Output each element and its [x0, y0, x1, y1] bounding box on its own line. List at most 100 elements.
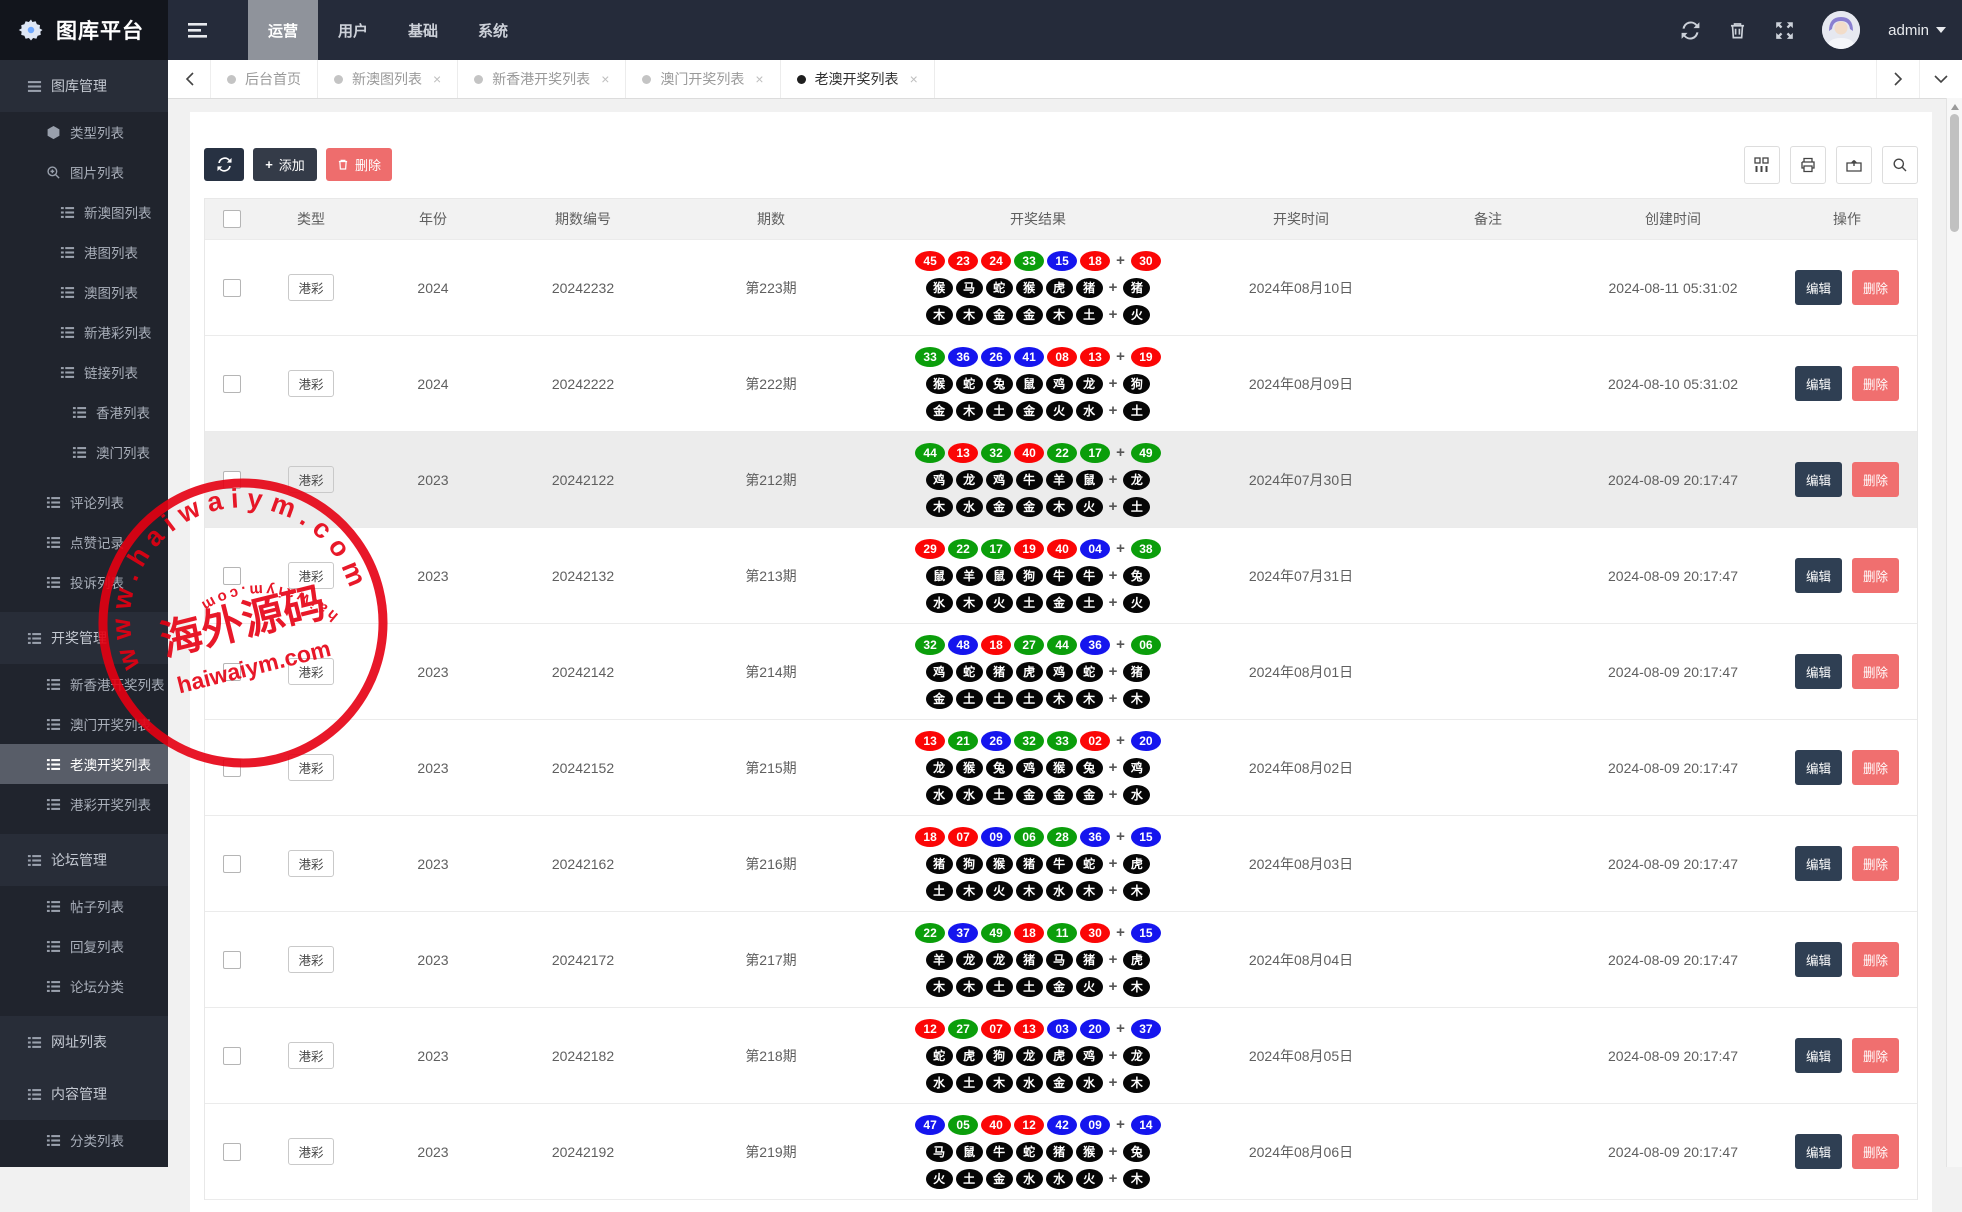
- row-checkbox[interactable]: [223, 566, 241, 585]
- sidebar-item-4[interactable]: 港图列表: [0, 232, 168, 272]
- edit-button[interactable]: 编辑: [1794, 846, 1842, 881]
- tabs-scroll-right[interactable]: [1876, 60, 1920, 98]
- refresh-icon[interactable]: [1681, 20, 1700, 40]
- zodiac-ball: 狗: [985, 1045, 1013, 1066]
- sidebar-item-13[interactable]: 投诉列表: [0, 562, 168, 602]
- edit-button[interactable]: 编辑: [1794, 366, 1842, 401]
- sidebar-item-12[interactable]: 点赞记录: [0, 522, 168, 562]
- sidebar-item-3[interactable]: 新澳图列表: [0, 192, 168, 232]
- nav-item-2[interactable]: 基础: [388, 0, 458, 60]
- delete-row-button[interactable]: 删除: [1852, 1038, 1900, 1073]
- nav-item-3[interactable]: 系统: [458, 0, 528, 60]
- trash-icon[interactable]: [1728, 21, 1747, 40]
- tab-1[interactable]: 新澳图列表 ×: [318, 60, 459, 98]
- nav-item-1[interactable]: 用户: [318, 0, 388, 60]
- tab-3[interactable]: 澳门开奖列表 ×: [626, 60, 781, 98]
- scrollbar-up-arrow[interactable]: [1950, 104, 1959, 110]
- sidebar-item-9[interactable]: 澳门列表: [0, 432, 168, 472]
- sidebar-item-26[interactable]: 网址列表: [0, 1016, 168, 1068]
- plus-sign: +: [1108, 882, 1118, 899]
- sidebar-item-5[interactable]: 澳图列表: [0, 272, 168, 312]
- delete-row-button[interactable]: 删除: [1852, 654, 1900, 689]
- sidebar-item-7[interactable]: 链接列表: [0, 352, 168, 392]
- header-cell-4: 开奖结果: [1010, 211, 1066, 227]
- sidebar-item-27[interactable]: 内容管理: [0, 1068, 168, 1120]
- scrollbar-thumb[interactable]: [1950, 114, 1959, 232]
- nav-item-0[interactable]: 运营: [248, 0, 319, 60]
- element-ball: 火: [1045, 400, 1073, 421]
- sidebar-item-16[interactable]: 新香港开奖列表: [0, 664, 168, 704]
- delete-row-button[interactable]: 删除: [1852, 462, 1900, 497]
- search-icon[interactable]: [1882, 145, 1918, 184]
- tab-close-icon[interactable]: ×: [755, 71, 763, 87]
- row-checkbox[interactable]: [223, 950, 241, 969]
- row-checkbox[interactable]: [223, 662, 241, 681]
- user-menu[interactable]: admin: [1888, 22, 1946, 39]
- fullscreen-icon[interactable]: [1775, 21, 1794, 40]
- delete-button[interactable]: 删除: [326, 148, 392, 181]
- zodiac-ball: 牛: [1015, 469, 1043, 490]
- tabs-scroll-left[interactable]: [168, 60, 211, 98]
- delete-row-button[interactable]: 删除: [1852, 942, 1900, 977]
- refresh-button[interactable]: [204, 148, 244, 181]
- sidebar-item-22[interactable]: 帖子列表: [0, 886, 168, 926]
- row-checkbox[interactable]: [223, 1142, 241, 1161]
- result-line-numbers: 45 23 24 33 15 18 +30: [915, 250, 1161, 271]
- navbar-right: admin: [1681, 0, 1962, 60]
- columns-toggle-icon[interactable]: [1744, 145, 1780, 184]
- sidebar-item-15[interactable]: 开奖管理: [0, 612, 168, 664]
- sidebar-item-28[interactable]: 分类列表: [0, 1120, 168, 1160]
- issue-code-cell: 20242232: [551, 279, 615, 296]
- number-ball: 22: [948, 538, 979, 559]
- main-panel: + 添加 删除 类型 年份 期数编号 期数 开奖结果 开奖时间 备注 创建时间 …: [190, 112, 1932, 1212]
- sidebar-item-8[interactable]: 香港列表: [0, 392, 168, 432]
- row-checkbox[interactable]: [223, 278, 241, 297]
- sidebar-item-2[interactable]: 图片列表: [0, 152, 168, 192]
- print-icon[interactable]: [1790, 145, 1826, 184]
- sidebar-item-21[interactable]: 论坛管理: [0, 834, 168, 886]
- delete-row-button[interactable]: 删除: [1852, 270, 1900, 305]
- tab-close-icon[interactable]: ×: [910, 71, 918, 87]
- row-checkbox[interactable]: [223, 1046, 241, 1065]
- delete-row-button[interactable]: 删除: [1852, 558, 1900, 593]
- export-icon[interactable]: [1836, 145, 1872, 184]
- delete-row-button[interactable]: 删除: [1852, 366, 1900, 401]
- sidebar-item-19[interactable]: 港彩开奖列表: [0, 784, 168, 824]
- edit-button[interactable]: 编辑: [1794, 1038, 1842, 1073]
- avatar[interactable]: [1822, 11, 1861, 49]
- sidebar-item-6[interactable]: 新港彩列表: [0, 312, 168, 352]
- sidebar-item-1[interactable]: 类型列表: [0, 112, 168, 152]
- edit-button[interactable]: 编辑: [1794, 558, 1842, 593]
- row-checkbox[interactable]: [223, 374, 241, 393]
- delete-row-button[interactable]: 删除: [1852, 750, 1900, 785]
- edit-button[interactable]: 编辑: [1794, 462, 1842, 497]
- number-ball: 27: [948, 1018, 979, 1039]
- zodiac-ball: 蛇: [955, 661, 983, 682]
- row-checkbox[interactable]: [223, 854, 241, 873]
- select-all-checkbox[interactable]: [223, 210, 241, 228]
- row-checkbox[interactable]: [223, 758, 241, 777]
- sidebar-item-18[interactable]: 老澳开奖列表: [0, 744, 168, 784]
- row-checkbox[interactable]: [223, 470, 241, 489]
- created-time-cell: 2024-08-09 20:17:47: [1608, 759, 1738, 776]
- edit-button[interactable]: 编辑: [1794, 750, 1842, 785]
- sidebar-item-11[interactable]: 评论列表: [0, 482, 168, 522]
- add-button[interactable]: + 添加: [253, 148, 317, 181]
- delete-row-button[interactable]: 删除: [1852, 846, 1900, 881]
- edit-button[interactable]: 编辑: [1794, 270, 1842, 305]
- sidebar-item-17[interactable]: 澳门开奖列表: [0, 704, 168, 744]
- edit-button[interactable]: 编辑: [1794, 654, 1842, 689]
- sidebar-item-24[interactable]: 论坛分类: [0, 966, 168, 1006]
- tab-close-icon[interactable]: ×: [601, 71, 609, 87]
- sidebar-item-23[interactable]: 回复列表: [0, 926, 168, 966]
- tab-4[interactable]: 老澳开奖列表 ×: [781, 60, 935, 98]
- sidebar-collapse-icon[interactable]: [168, 0, 226, 60]
- tab-2[interactable]: 新香港开奖列表 ×: [458, 60, 627, 98]
- tab-close-icon[interactable]: ×: [433, 71, 441, 87]
- tab-0[interactable]: 后台首页: [211, 60, 318, 98]
- sidebar-item-0[interactable]: 图库管理: [0, 60, 168, 112]
- tabs-menu-dropdown[interactable]: [1920, 60, 1962, 98]
- edit-button[interactable]: 编辑: [1794, 942, 1842, 977]
- edit-button[interactable]: 编辑: [1794, 1134, 1842, 1169]
- delete-row-button[interactable]: 删除: [1852, 1134, 1900, 1169]
